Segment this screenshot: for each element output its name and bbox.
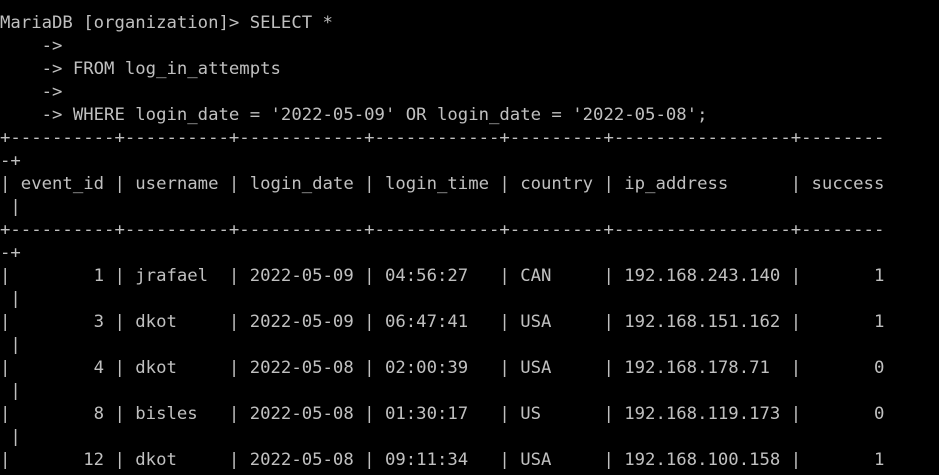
query-continuation-line: -> (0, 82, 63, 102)
table-row-wrap: | (0, 427, 21, 447)
terminal-window[interactable]: MariaDB [organization]> SELECT * -> -> F… (0, 0, 939, 475)
table-border-mid: +----------+----------+------------+----… (0, 220, 885, 240)
query-continuation-line: -> (0, 36, 63, 56)
table-row: | 1 | jrafael | 2022-05-09 | 04:56:27 | … (0, 266, 885, 286)
table-row-wrap: | (0, 289, 21, 309)
query-continuation-line: -> FROM log_in_attempts (0, 59, 281, 79)
table-row: | 4 | dkot | 2022-05-08 | 02:00:39 | USA… (0, 358, 885, 378)
query-text: SELECT * (249, 13, 333, 33)
query-continuation-line: -> WHERE login_date = '2022-05-09' OR lo… (0, 105, 708, 125)
table-row: | 8 | bisles | 2022-05-08 | 01:30:17 | U… (0, 404, 885, 424)
mysql-prompt: MariaDB [organization]> (0, 13, 250, 33)
table-row-wrap: | (0, 381, 21, 401)
terminal-output: MariaDB [organization]> SELECT * -> -> F… (0, 12, 884, 475)
table-header-row: | event_id | username | login_date | log… (0, 174, 885, 194)
table-row: | 3 | dkot | 2022-05-09 | 06:47:41 | USA… (0, 312, 885, 332)
query-line: MariaDB [organization]> SELECT * (0, 12, 884, 35)
table-border-top: +----------+----------+------------+----… (0, 128, 885, 148)
table-row: | 12 | dkot | 2022-05-08 | 09:11:34 | US… (0, 450, 885, 470)
table-border-top-wrap: -+ (0, 151, 21, 171)
table-header-row-wrap: | (0, 197, 21, 217)
table-border-mid-wrap: -+ (0, 243, 21, 263)
table-row-wrap: | (0, 335, 21, 355)
